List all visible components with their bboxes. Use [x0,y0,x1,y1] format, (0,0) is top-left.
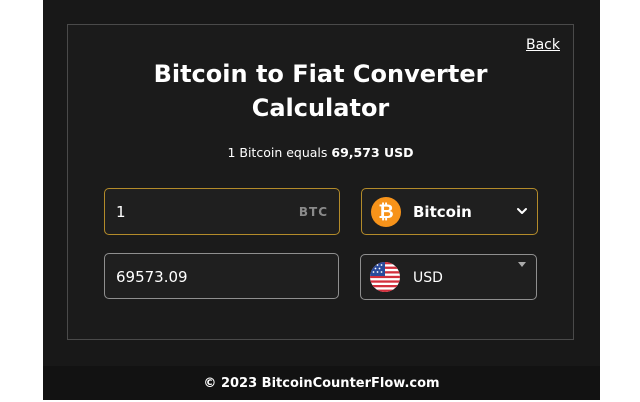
fiat-currency-select[interactable]: USD [360,254,537,300]
page-title-line-2: Calculator [251,94,390,122]
footer-copyright: © 2023 BitcoinCounterFlow.com [43,366,600,400]
exchange-rate-text: 1 Bitcoin equals 69,573 USD [68,145,573,160]
fiat-currency-label: USD [413,270,443,286]
crypto-currency-select[interactable]: ₿ Bitcoin [361,188,538,235]
crypto-unit-label: BTC [298,205,328,219]
fiat-amount-value: 69573.09 [116,268,188,286]
back-link[interactable]: Back [526,37,560,53]
crypto-amount-input[interactable]: 1 BTC [104,188,340,235]
us-flag-icon [370,262,400,292]
crypto-currency-label: Bitcoin [413,203,472,221]
page-title-line-1: Bitcoin to Fiat Converter [153,60,488,88]
crypto-amount-value: 1 [116,203,126,221]
chevron-down-icon [517,208,527,214]
bitcoin-icon: ₿ [371,197,401,227]
caret-down-icon [518,262,526,267]
exchange-rate-prefix: 1 Bitcoin equals [227,145,328,160]
fiat-amount-input[interactable]: 69573.09 [104,253,339,299]
exchange-rate-value: 69,573 USD [331,145,414,160]
page-title: Bitcoin to Fiat Converter Calculator [68,57,573,125]
